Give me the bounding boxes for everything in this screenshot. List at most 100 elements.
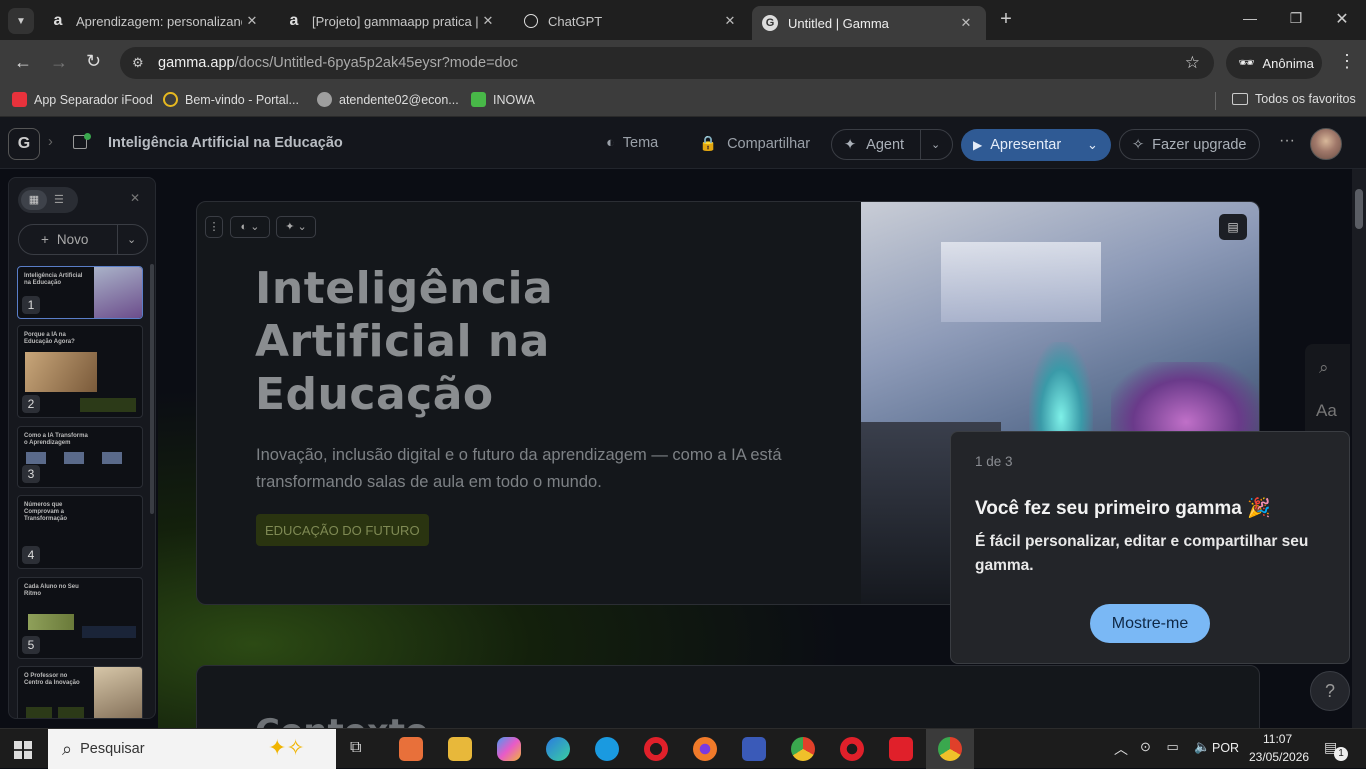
sidebar-scrollbar[interactable] <box>150 264 154 514</box>
browser-tab-4-active[interactable]: G Untitled | Gamma ✕ <box>752 6 986 40</box>
tab-search-button[interactable]: ▼ <box>8 8 34 34</box>
amazon-a-icon: a <box>289 12 299 29</box>
back-arrow-icon[interactable]: ← <box>14 52 32 73</box>
browser-tab-3[interactable]: ChatGPT ✕ <box>514 6 750 36</box>
chevron-down-icon[interactable]: ⌄ <box>1087 137 1098 153</box>
slide-thumbnail-6[interactable]: O Professor no Centro da Inovação <box>17 666 143 718</box>
firefox-icon[interactable] <box>693 737 717 761</box>
close-sidebar-icon[interactable]: ✕ <box>130 191 140 205</box>
tray-chevron-icon[interactable]: ︿ <box>1114 739 1128 759</box>
printer-app-icon[interactable] <box>742 737 766 761</box>
gamma-icon: G <box>762 15 778 31</box>
more-options-icon[interactable]: ··· <box>1279 132 1295 150</box>
doc-title[interactable]: Inteligência Artificial na Educação <box>108 135 343 151</box>
bookmark-ifood[interactable]: App Separador iFood <box>12 92 153 107</box>
card-style-button[interactable]: ◐ ⌄ <box>230 216 270 238</box>
slide-thumbnail-3[interactable]: Como a IA Transforma o Aprendizagem 3 <box>17 426 143 488</box>
search-placeholder: Pesquisar <box>80 741 145 757</box>
show-me-button[interactable]: Mostre-me <box>1090 604 1210 643</box>
security-app-icon[interactable] <box>840 737 864 761</box>
tray-icons[interactable]: ⊙ ▭ 🔈 <box>1140 739 1217 755</box>
copilot-icon[interactable] <box>497 737 521 761</box>
popup-body: É fácil personalizar, editar e compartil… <box>975 533 1309 574</box>
close-icon[interactable]: ✕ <box>956 15 976 31</box>
scrollbar-thumb[interactable] <box>1355 189 1363 229</box>
agent-button[interactable]: ✦ Agent ⌄ <box>831 129 953 160</box>
clock-time[interactable]: 11:07 <box>1263 732 1292 746</box>
slide-thumbnail-4[interactable]: Números que Comprovam a Transformação 4 <box>17 495 143 569</box>
close-icon[interactable]: ✕ <box>478 13 498 29</box>
edge-dev-icon[interactable] <box>595 737 619 761</box>
chevron-down-icon[interactable]: ⌄ <box>127 233 136 246</box>
bookmark-atendente[interactable]: atendente02@econ... <box>317 92 459 107</box>
chrome-active-task[interactable] <box>926 729 974 769</box>
language-indicator[interactable]: POR <box>1212 741 1239 755</box>
help-button[interactable]: ? <box>1310 671 1350 711</box>
pdf-app-icon[interactable] <box>399 737 423 761</box>
popup-step: 1 de 3 <box>975 454 1013 469</box>
slide-thumbnail-image <box>94 667 142 718</box>
site-info-icon[interactable]: ⚙ <box>132 55 144 71</box>
card-menu-button[interactable]: ⋮ <box>205 216 223 238</box>
second-card-title[interactable]: Contexto <box>255 712 428 728</box>
chrome-icon[interactable] <box>791 737 815 761</box>
new-tab-button[interactable]: + <box>994 8 1018 32</box>
forward-arrow-icon[interactable]: → <box>50 52 68 73</box>
bookmark-portal[interactable]: Bem-vindo - Portal... <box>163 92 299 107</box>
text-style-icon[interactable]: Aa <box>1316 401 1337 421</box>
all-bookmarks-folder[interactable]: Todos os favoritos <box>1232 92 1356 106</box>
folder-icon <box>1232 93 1248 105</box>
taskbar-search-box[interactable]: ⌕ Pesquisar ✦✧ <box>48 729 336 769</box>
slide-number: 2 <box>22 395 40 413</box>
clock-date[interactable]: 23/05/2026 <box>1249 750 1309 764</box>
star-icon[interactable]: ☆ <box>1185 53 1200 73</box>
bookmark-label: Bem-vindo - Portal... <box>185 92 299 107</box>
present-button[interactable]: ▶ Apresentar ⌄ <box>961 129 1111 161</box>
list-view-icon[interactable]: ☰ <box>54 190 64 210</box>
gamma-logo-icon[interactable]: G <box>8 128 40 160</box>
browser-menu-icon[interactable]: ⋮ <box>1338 51 1356 72</box>
slide-thumbnail-2[interactable]: Porque a IA na Educação Agora? 2 <box>17 325 143 418</box>
card-tag-button[interactable]: EDUCAÇÃO DO FUTURO <box>256 514 429 546</box>
wps-office-icon[interactable] <box>889 737 913 761</box>
theme-button[interactable]: ◐ Tema <box>606 135 658 151</box>
notification-count-badge: 1 <box>1334 747 1348 761</box>
chevron-down-icon: ▼ <box>16 15 26 27</box>
avatar[interactable] <box>1310 128 1342 160</box>
slide-thumbnail-5[interactable]: Cada Aluno no Seu Ritmo 5 <box>17 577 143 659</box>
image-notes-icon[interactable]: ▤ <box>1219 214 1247 240</box>
bookmark-label: atendente02@econ... <box>339 92 459 107</box>
minimize-button[interactable]: — <box>1240 10 1260 26</box>
close-icon[interactable]: ✕ <box>720 13 740 29</box>
reload-icon[interactable]: ↻ <box>86 51 101 72</box>
share-button[interactable]: 🔒 Compartilhar <box>699 135 810 153</box>
page-scrollbar[interactable] <box>1352 169 1366 728</box>
view-toggle[interactable]: ▦ ☰ <box>18 187 78 213</box>
bookmark-inowa[interactable]: INOWA <box>471 92 535 107</box>
new-slide-button[interactable]: + Novo ⌄ <box>18 224 148 255</box>
address-bar[interactable]: ⚙ gamma.app/docs/Untitled-6pya5p2ak45eys… <box>120 47 1214 79</box>
incognito-profile-button[interactable]: 🕶 Anônima <box>1226 47 1322 79</box>
slide-thumbnail-1[interactable]: Inteligência Artificial na Educação 1 <box>17 266 143 319</box>
slide-thumbnail-highlight <box>26 707 52 718</box>
opera-icon[interactable] <box>644 737 668 761</box>
file-explorer-icon[interactable] <box>448 737 472 761</box>
cards-view-icon[interactable]: ▦ <box>21 190 47 210</box>
slide-thumbnail-image <box>102 452 122 464</box>
windows-start-icon[interactable] <box>14 741 32 759</box>
chevron-down-icon[interactable]: ⌄ <box>931 138 940 151</box>
browser-tab-bar: ▼ a Aprendizagem: personalizando ✕ a [Pr… <box>0 0 1366 40</box>
edge-icon[interactable] <box>546 737 570 761</box>
restore-button[interactable]: ❐ <box>1286 10 1306 26</box>
close-window-button[interactable]: ✕ <box>1332 9 1352 29</box>
task-view-icon[interactable]: ⧉ <box>350 739 361 757</box>
second-card[interactable]: Contexto <box>196 665 1260 728</box>
close-icon[interactable]: ✕ <box>242 13 262 29</box>
card-subtitle[interactable]: Inovação, inclusão digital e o futuro da… <box>256 442 816 496</box>
card-title[interactable]: Inteligência Artificial na Educação <box>255 262 715 421</box>
card-ai-button[interactable]: ✦ ⌄ <box>276 216 316 238</box>
browser-tab-2[interactable]: a [Projeto] gammaapp pratica | A ✕ <box>276 6 508 36</box>
upgrade-button[interactable]: ✧ Fazer upgrade <box>1119 129 1260 160</box>
search-icon[interactable]: ⌕ <box>1319 358 1329 378</box>
browser-tab-1[interactable]: a Aprendizagem: personalizando ✕ <box>40 6 272 36</box>
